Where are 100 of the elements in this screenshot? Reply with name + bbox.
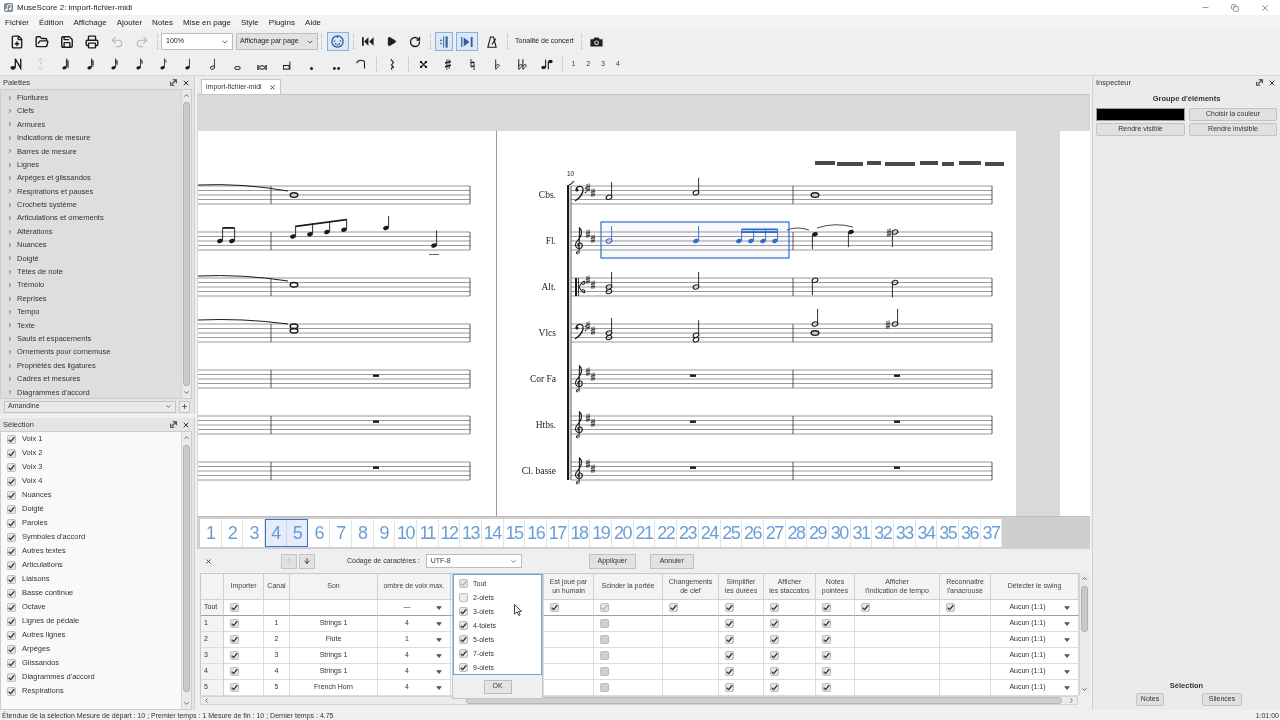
checkbox[interactable]: [770, 603, 779, 612]
double-flat-icon[interactable]: [517, 58, 527, 70]
close-icon[interactable]: [182, 78, 190, 87]
checkbox[interactable]: [459, 620, 468, 630]
dot-icon[interactable]: [309, 66, 313, 70]
close-icon[interactable]: [205, 557, 212, 565]
vertical-scrollbar[interactable]: [1079, 573, 1089, 695]
quarter-note-icon[interactable]: [184, 58, 192, 70]
vertical-scrollbar[interactable]: [181, 90, 191, 398]
double-dot-icon[interactable]: [332, 66, 340, 70]
metronome-icon[interactable]: [487, 35, 497, 48]
checkbox[interactable]: [459, 648, 468, 658]
checkbox[interactable]: [7, 658, 16, 668]
checkbox[interactable]: [822, 651, 831, 660]
add-button[interactable]: [179, 400, 190, 413]
checkbox[interactable]: [550, 603, 559, 612]
checkbox[interactable]: [861, 603, 870, 612]
play-repeats-toggle[interactable]: [435, 32, 453, 51]
double-sharp-icon[interactable]: [420, 60, 428, 68]
diagonal-arrow-icon[interactable]: [1256, 79, 1263, 86]
rest-icon[interactable]: [389, 58, 396, 70]
checkbox[interactable]: [725, 619, 734, 628]
checkbox[interactable]: [669, 603, 678, 612]
checkbox[interactable]: [230, 635, 239, 644]
checkbox[interactable]: [7, 686, 16, 696]
half-note-icon[interactable]: [209, 58, 217, 70]
checkbox[interactable]: [7, 476, 16, 486]
scroll-down-icon[interactable]: [1081, 686, 1088, 693]
checkbox[interactable]: [230, 619, 239, 628]
scrollbar-thumb[interactable]: [183, 445, 190, 692]
checkbox[interactable]: [946, 603, 955, 612]
sharp-icon[interactable]: [445, 58, 452, 70]
pan-score-toggle[interactable]: [456, 32, 478, 51]
print-icon[interactable]: [84, 34, 99, 49]
checkbox[interactable]: [7, 630, 16, 640]
loop-icon[interactable]: [409, 35, 421, 48]
checkbox[interactable]: [7, 560, 16, 570]
horizontal-scrollbar[interactable]: [200, 696, 1078, 705]
close-icon[interactable]: [268, 83, 276, 91]
menu-item[interactable]: Aide: [300, 18, 327, 27]
midi-input-toggle[interactable]: [326, 32, 349, 51]
checkbox[interactable]: [7, 448, 16, 458]
checkbox[interactable]: [7, 518, 16, 528]
eighth-note-icon[interactable]: [160, 58, 168, 70]
menu-item[interactable]: Ajouter: [111, 18, 148, 27]
checkbox[interactable]: [7, 616, 16, 626]
note-five-flags-icon[interactable]: [62, 58, 69, 70]
menu-item[interactable]: Fichier: [0, 18, 34, 27]
checkbox[interactable]: [459, 634, 468, 644]
menu-item[interactable]: Style: [236, 18, 264, 27]
checkbox[interactable]: [7, 532, 16, 542]
scroll-up-icon[interactable]: [183, 92, 190, 99]
checkbox[interactable]: [7, 462, 16, 472]
close-icon[interactable]: [182, 420, 190, 429]
menu-item[interactable]: Mise en page: [177, 18, 236, 27]
checkbox[interactable]: [770, 683, 779, 692]
scroll-up-icon[interactable]: [1081, 575, 1088, 582]
checkbox[interactable]: [230, 683, 239, 692]
checkbox[interactable]: [822, 603, 831, 612]
checkbox[interactable]: [822, 667, 831, 676]
checkbox[interactable]: [230, 667, 239, 676]
play-icon[interactable]: [385, 36, 397, 47]
move-down-button[interactable]: [299, 553, 315, 569]
scrollbar-thumb[interactable]: [183, 102, 190, 386]
checkbox[interactable]: [230, 651, 239, 660]
checkbox[interactable]: [725, 667, 734, 676]
menu-item[interactable]: Affichage: [68, 18, 112, 27]
checkbox[interactable]: [822, 635, 831, 644]
checkbox[interactable]: [7, 588, 16, 598]
checkbox[interactable]: [7, 644, 16, 654]
checkbox[interactable]: [7, 602, 16, 612]
dotted-arrows-icon[interactable]: [38, 58, 44, 70]
note-four-flags-icon[interactable]: [86, 58, 94, 70]
checkbox[interactable]: [725, 683, 734, 692]
new-file-icon[interactable]: [9, 34, 24, 49]
close-icon[interactable]: [1268, 78, 1276, 87]
rewind-icon[interactable]: [362, 37, 374, 46]
diagonal-arrow-icon[interactable]: [170, 79, 177, 86]
scroll-right-icon[interactable]: [1068, 697, 1075, 704]
checkbox[interactable]: [7, 546, 16, 556]
checkbox[interactable]: [770, 667, 779, 676]
natural-icon[interactable]: [470, 58, 476, 70]
checkbox[interactable]: [770, 635, 779, 644]
scrollbar-thumb[interactable]: [466, 697, 1062, 704]
breve-note-icon[interactable]: [257, 64, 268, 70]
checkbox[interactable]: [7, 434, 16, 444]
checkbox[interactable]: [725, 603, 734, 612]
checkbox[interactable]: [7, 490, 16, 500]
note-stroke-icon[interactable]: [10, 58, 23, 70]
checkbox[interactable]: [230, 603, 239, 612]
checkbox[interactable]: [459, 606, 468, 616]
camera-icon[interactable]: [590, 36, 604, 47]
checkbox[interactable]: [822, 619, 831, 628]
checkbox[interactable]: [7, 672, 16, 682]
checkbox[interactable]: [7, 574, 16, 584]
checkbox[interactable]: [725, 635, 734, 644]
whole-note-icon[interactable]: [234, 65, 242, 70]
menu-item[interactable]: Plugins: [263, 18, 301, 27]
diagonal-arrow-icon[interactable]: [170, 421, 177, 428]
scroll-down-icon[interactable]: [183, 700, 190, 707]
